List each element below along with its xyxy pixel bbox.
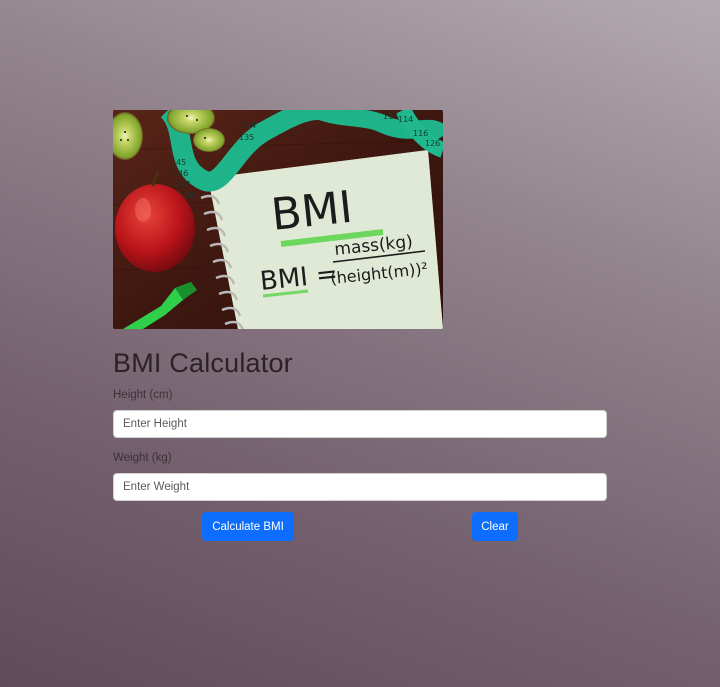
weight-label: Weight (kg) [113, 452, 172, 464]
svg-text:145: 145 [171, 158, 186, 167]
height-label: Height (cm) [113, 389, 173, 401]
svg-text:116: 116 [413, 129, 428, 138]
svg-text:146: 146 [173, 169, 188, 178]
svg-text:113: 113 [383, 112, 398, 121]
bmi-notebook-illustration: BMI BMI = mass(kg) (height(m))² 134 135 … [113, 110, 443, 329]
svg-text:126: 126 [425, 139, 440, 148]
weight-input[interactable] [113, 473, 607, 501]
button-row: Calculate BMI Clear [113, 512, 607, 542]
svg-text:134: 134 [241, 121, 256, 130]
bmi-calculator-form: BMI BMI = mass(kg) (height(m))² 134 135 … [113, 110, 607, 542]
svg-text:114: 114 [398, 115, 413, 124]
calculate-bmi-button[interactable]: Calculate BMI [202, 512, 294, 541]
svg-text:147: 147 [175, 180, 190, 189]
bmi-notebook-image: BMI BMI = mass(kg) (height(m))² 134 135 … [113, 110, 443, 329]
page-title: BMI Calculator [113, 348, 293, 378]
height-input[interactable] [113, 410, 607, 438]
clear-button[interactable]: Clear [472, 512, 518, 541]
svg-text:135: 135 [239, 133, 254, 142]
notebook-heading: BMI [269, 182, 355, 241]
